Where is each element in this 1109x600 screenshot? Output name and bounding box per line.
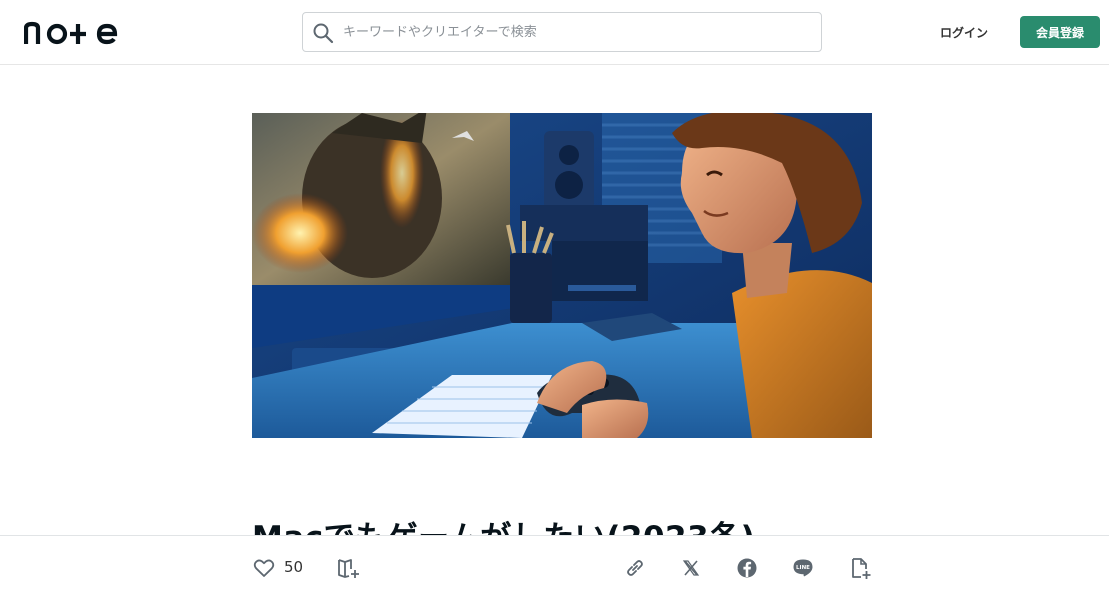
copy-link-icon[interactable] [623,556,649,582]
x-share-icon[interactable] [679,556,705,582]
search-input[interactable] [343,13,813,51]
site-header: ログイン 会員登録 [0,0,1109,65]
note-logo[interactable] [23,18,124,46]
like-heart-icon[interactable] [252,556,278,582]
signup-button[interactable]: 会員登録 [1020,16,1100,48]
login-button[interactable]: ログイン [928,16,1000,48]
article-hero-image [252,113,872,438]
search-icon [312,22,334,44]
line-share-icon[interactable]: LINE [791,556,817,582]
svg-text:LINE: LINE [796,565,810,571]
article-action-bar: 50 LINE [0,535,1109,600]
like-count: 50 [284,558,304,576]
add-to-magazine-icon[interactable] [336,556,362,582]
facebook-share-icon[interactable] [735,556,761,582]
embed-note-icon[interactable] [848,556,874,582]
search-box[interactable] [302,12,822,52]
